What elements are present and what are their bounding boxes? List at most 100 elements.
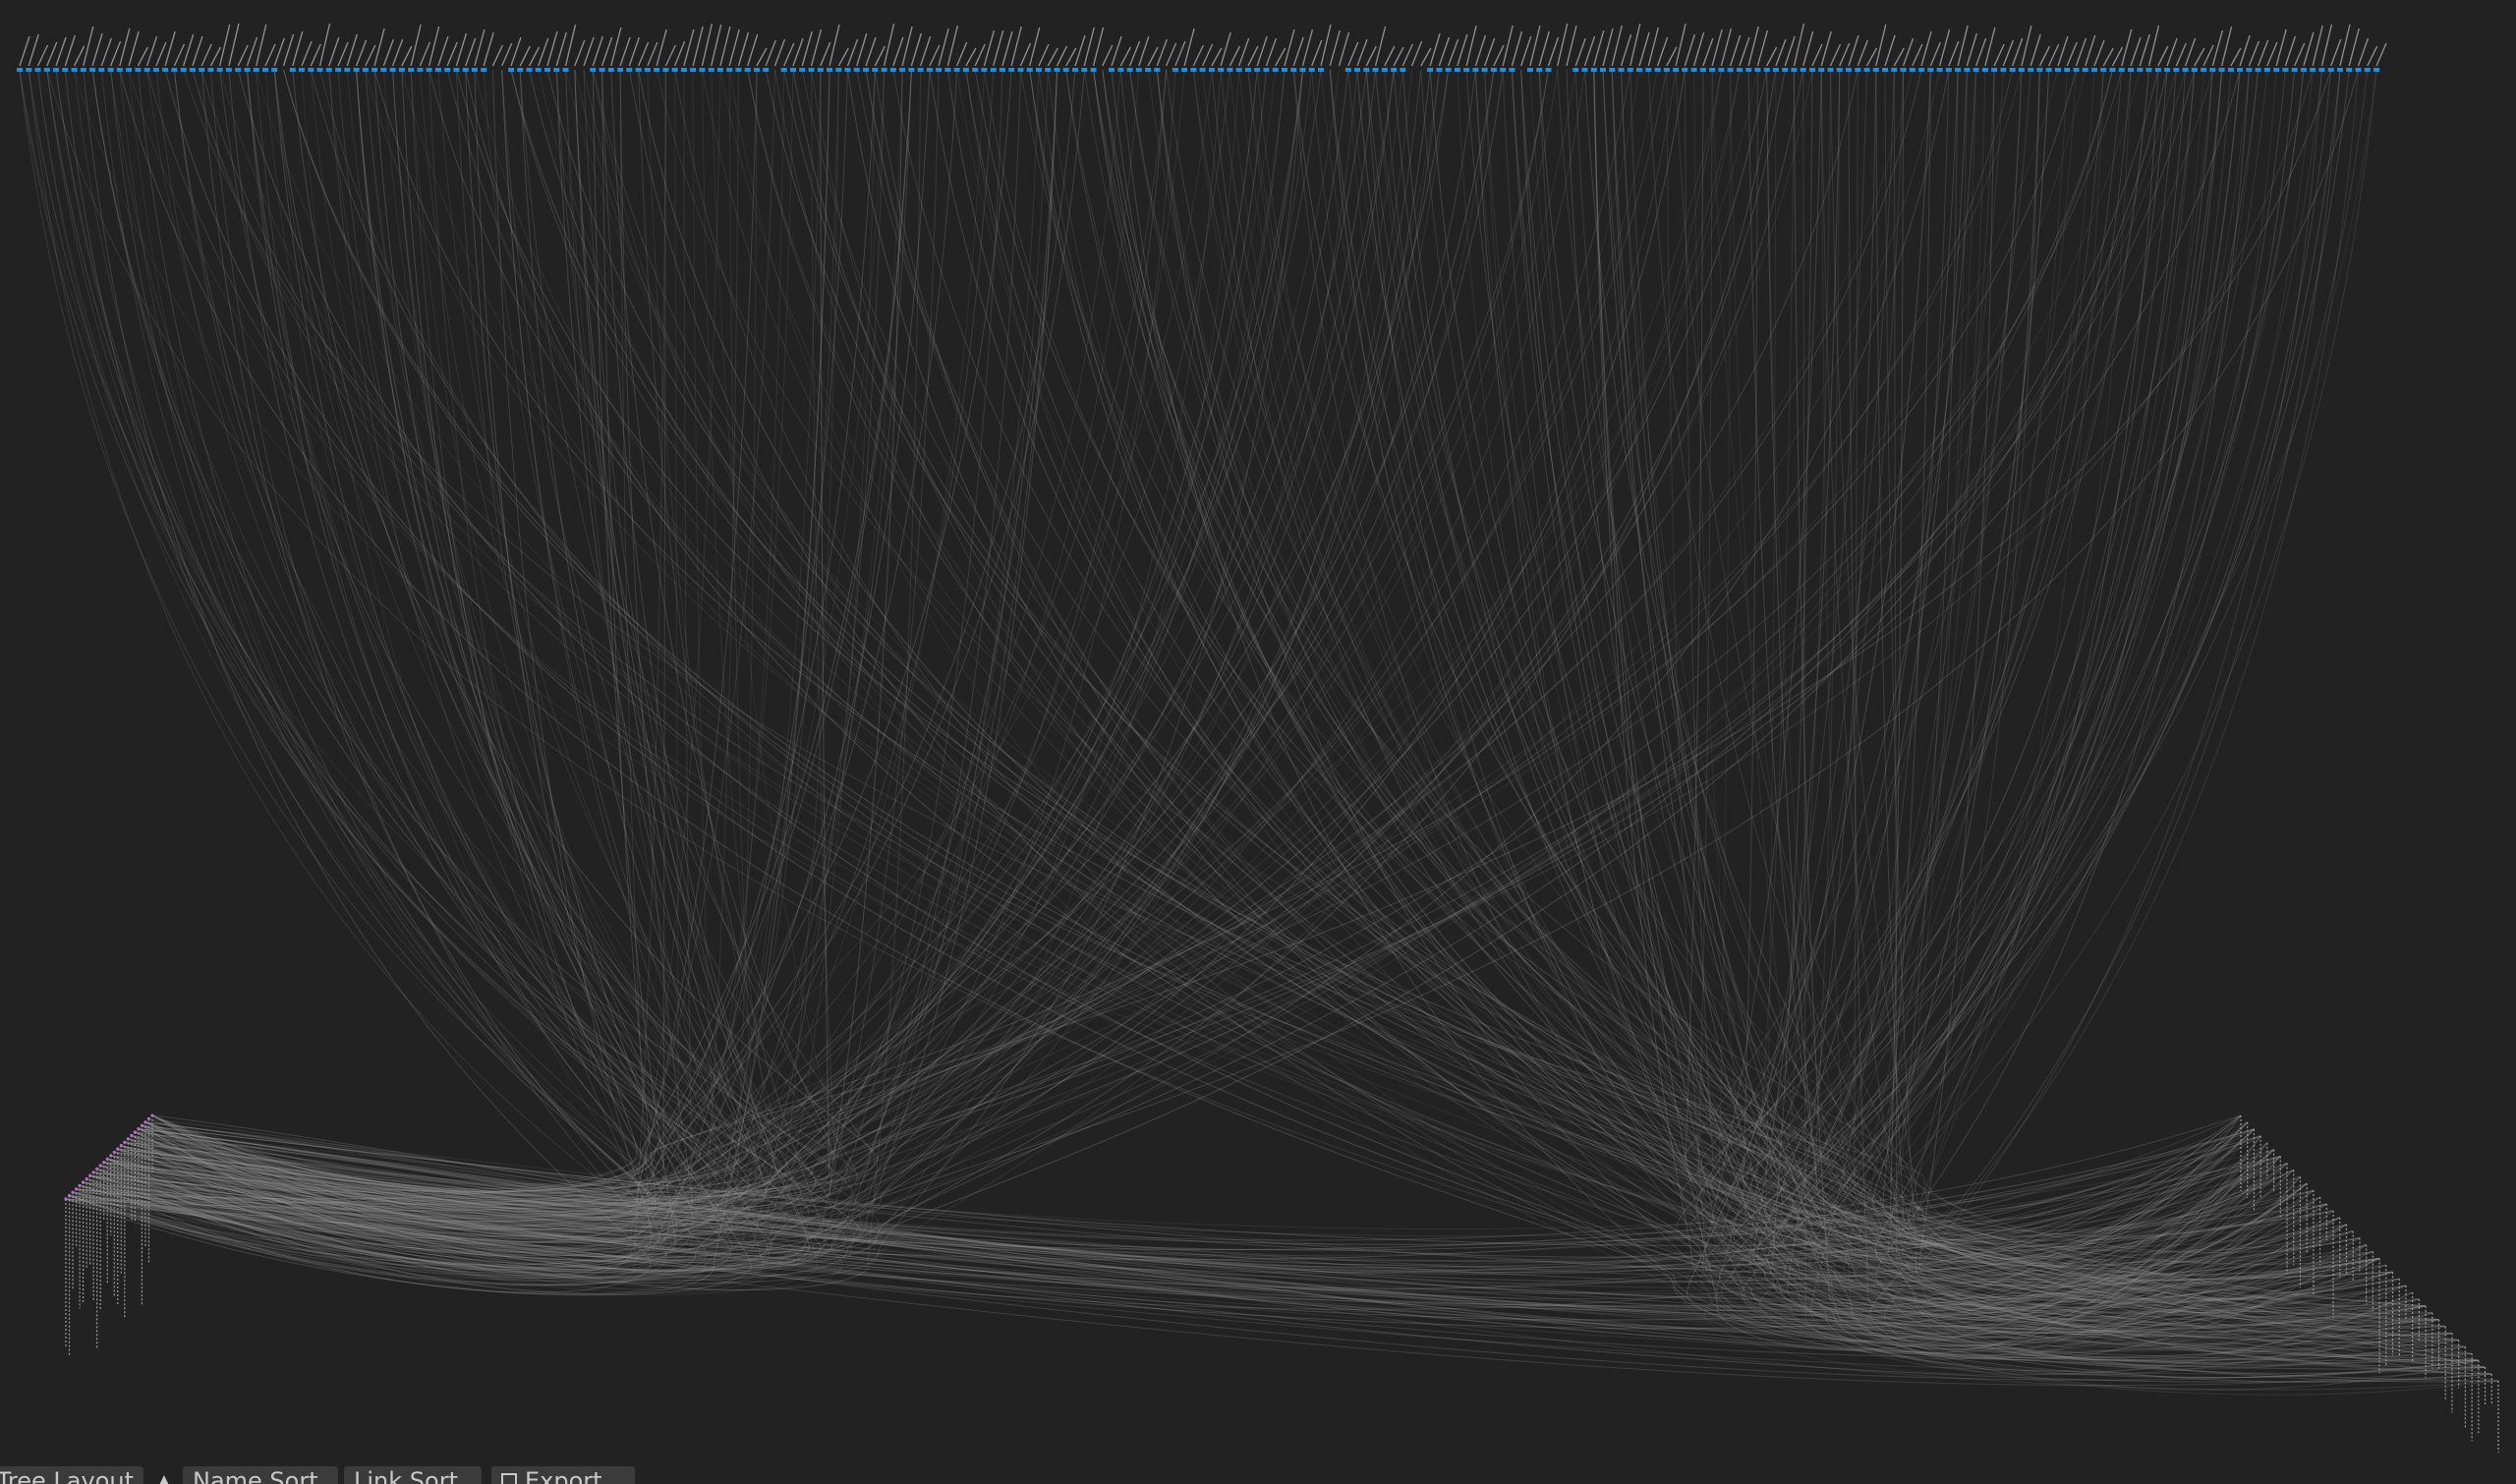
left-node — [119, 1144, 123, 1148]
top-node-label — [119, 28, 131, 67]
top-node — [171, 68, 178, 72]
top-node-label — [437, 35, 449, 67]
top-node — [2128, 68, 2134, 72]
top-node — [1836, 68, 1843, 72]
top-node-label — [1547, 36, 1560, 67]
graph-edge — [151, 69, 750, 1215]
top-node — [1400, 68, 1406, 72]
edge-bundle-graph[interactable] — [0, 0, 2516, 1464]
top-node-label — [2038, 45, 2051, 67]
top-node-label — [1966, 32, 1978, 67]
top-node-label — [2312, 25, 2323, 67]
top-node — [2282, 68, 2289, 72]
top-node-label — [1365, 45, 1377, 67]
top-node — [1154, 68, 1161, 72]
top-node-label — [1893, 47, 1905, 67]
graph-edge — [69, 69, 654, 1271]
top-node-label — [1465, 25, 1477, 67]
top-node-label — [974, 43, 986, 67]
top-node-label — [1938, 29, 1951, 67]
top-node-label — [337, 41, 349, 67]
top-node-label — [1292, 36, 1304, 67]
top-node — [899, 68, 906, 72]
top-node-label — [2184, 37, 2197, 67]
top-node-label — [1038, 43, 1050, 67]
name-sort-button[interactable]: Name Sort — [183, 1466, 338, 1484]
top-node-label — [1247, 45, 1259, 67]
top-node — [2009, 68, 2016, 72]
top-node-label — [1638, 31, 1650, 67]
top-node-label — [1538, 30, 1550, 67]
top-node-label — [1775, 38, 1787, 67]
top-node-label — [137, 46, 148, 67]
top-node — [1736, 68, 1743, 72]
layout-select[interactable]: Tree Layout — [0, 1466, 143, 1484]
top-node — [1254, 68, 1261, 72]
top-node — [408, 68, 415, 72]
top-node-label — [264, 43, 276, 67]
top-node-label — [173, 43, 186, 67]
top-node — [1718, 68, 1725, 72]
left-node — [102, 1161, 106, 1165]
top-node — [654, 68, 660, 72]
top-node — [1208, 68, 1215, 72]
top-node-label — [1520, 35, 1532, 67]
top-node-label — [765, 39, 776, 67]
top-node-label — [2175, 42, 2187, 67]
top-node-label — [1656, 36, 1669, 67]
graph-edge — [83, 69, 751, 1247]
layout-select-label: Tree Layout — [0, 1467, 134, 1484]
top-node — [1509, 68, 1515, 72]
top-node — [735, 68, 742, 72]
top-node-label — [1284, 29, 1295, 67]
top-node — [1900, 68, 1907, 72]
top-node-label — [128, 30, 140, 67]
top-node-label — [874, 45, 886, 67]
top-node-label — [1019, 42, 1032, 67]
top-node-label — [491, 44, 504, 67]
top-node-label — [1820, 30, 1832, 67]
top-node-label — [1220, 31, 1231, 67]
chevron-up-icon[interactable]: ▲ — [153, 1466, 175, 1484]
top-node — [2073, 68, 2080, 72]
top-node-label — [273, 37, 285, 67]
top-node — [1872, 68, 1879, 72]
top-node-label — [1147, 46, 1159, 67]
top-node — [1354, 68, 1360, 72]
top-node — [434, 68, 441, 72]
top-node-label — [200, 43, 212, 67]
top-node-label — [555, 31, 567, 67]
top-node-label — [792, 37, 804, 67]
export-button[interactable]: Export — [491, 1466, 635, 1484]
top-node-label — [1410, 40, 1423, 67]
top-node — [2346, 68, 2353, 72]
top-node-label — [401, 45, 413, 67]
top-node — [2201, 68, 2207, 72]
top-node — [98, 68, 105, 72]
top-node — [1017, 68, 1024, 72]
top-node — [1727, 68, 1734, 72]
top-node — [225, 68, 232, 72]
top-node — [1663, 68, 1670, 72]
top-node-label — [756, 47, 768, 67]
top-node — [71, 68, 78, 72]
graph-edge — [1166, 69, 2393, 1300]
top-node — [2237, 68, 2244, 72]
top-node-label — [2147, 25, 2160, 67]
top-node — [143, 68, 150, 72]
graph-edge — [1710, 69, 2446, 1331]
top-node — [1381, 68, 1388, 72]
graph-edge — [1918, 69, 2380, 1328]
top-node — [863, 68, 870, 72]
top-node-label — [1201, 43, 1214, 67]
graph-canvas[interactable]: Tree Layout ▲ Name Sort Link Sort Export — [0, 0, 2516, 1484]
link-sort-button[interactable]: Link Sort — [344, 1466, 482, 1484]
top-node-label — [1566, 25, 1577, 67]
top-node-label — [1111, 35, 1122, 67]
top-node-label — [1429, 32, 1441, 67]
top-node — [944, 68, 951, 72]
top-node — [353, 68, 360, 72]
top-node — [2355, 68, 2362, 72]
top-node — [1600, 68, 1606, 72]
top-node-label — [73, 45, 86, 67]
